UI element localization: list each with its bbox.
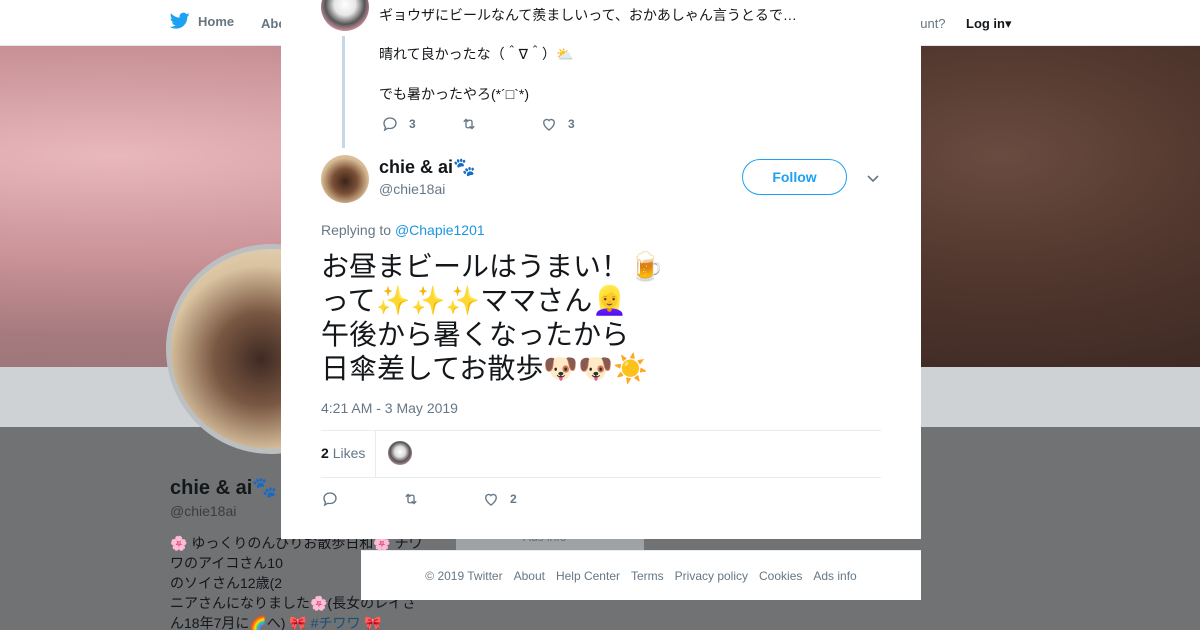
likes-label: Likes: [332, 445, 366, 461]
footer-link-help-center[interactable]: Help Center: [556, 569, 620, 583]
nav-home-link[interactable]: Home: [170, 12, 234, 30]
previous-tweet-text-line: 晴れて良かったな（＾∇＾）⛅: [379, 46, 574, 62]
replying-to-line: Replying to @Chapie1201: [321, 222, 485, 238]
previous-tweet-text-line: でも暑かったやろ(*´□`*): [379, 86, 530, 102]
reply-count: 3: [409, 117, 416, 131]
divider: [321, 430, 881, 431]
footer-links: © 2019 Twitter About Help Center Terms P…: [361, 550, 921, 600]
thread-connector-line: [342, 36, 345, 148]
previous-retweet-button[interactable]: [460, 115, 478, 133]
retweet-button[interactable]: [402, 490, 420, 508]
mention-link[interactable]: @Chapie1201: [395, 222, 485, 238]
tweet-timestamp[interactable]: 4:21 AM - 3 May 2019: [321, 400, 458, 416]
tweet-text-line: って✨✨✨ママさん👱‍♀️: [321, 285, 628, 316]
tweet-text-line: 午後から暑くなったから: [321, 319, 630, 350]
tweet-modal: ギョウザにビールなんて羨ましいって、おかあしゃん言うとるで… 晴れて良かったな（…: [281, 0, 921, 539]
footer-link-ads-info[interactable]: Ads info: [813, 569, 856, 583]
previous-tweet-text-line: ギョウザにビールなんて羨ましいって、おかあしゃん言うとるで…: [379, 7, 797, 23]
login-label: Log in: [966, 16, 1005, 31]
tweet-text-line: 日傘差してお散歩🐶🐶☀️: [321, 353, 648, 384]
tweet-text: お昼まビールはうまい！🍺 って✨✨✨ママさん👱‍♀️ 午後から暑くなったから 日…: [321, 250, 664, 386]
liker-avatar[interactable]: [388, 441, 412, 465]
bio-line: ん18年7月に🌈へ) 🎀 #チワワ 🎀: [170, 615, 382, 630]
nav-home-label: Home: [198, 13, 235, 29]
follow-button[interactable]: Follow: [742, 159, 847, 195]
like-count: 3: [568, 117, 575, 131]
retweet-icon: [405, 493, 417, 505]
footer-link-privacy-policy[interactable]: Privacy policy: [675, 569, 748, 583]
caret-down-icon: ▾: [1005, 16, 1012, 31]
like-count: 2: [510, 492, 517, 506]
previous-tweet-avatar[interactable]: [321, 0, 369, 31]
footer-link-cookies[interactable]: Cookies: [759, 569, 802, 583]
nav-login-link[interactable]: Log in▾: [966, 16, 1012, 32]
profile-handle: @chie18ai: [170, 503, 237, 519]
divider: [321, 477, 881, 478]
likes-stat[interactable]: 2 Likes: [321, 445, 365, 461]
reply-icon: [323, 492, 337, 507]
previous-like-button[interactable]: 3: [540, 115, 575, 133]
heart-icon: [485, 493, 497, 506]
heart-icon: [543, 118, 555, 131]
likes-number: 2: [321, 445, 329, 461]
divider: [375, 431, 376, 477]
chevron-down-icon[interactable]: [865, 170, 881, 186]
tweet-text-line: お昼まビールはうまい！🍺: [321, 251, 664, 282]
like-button[interactable]: 2: [482, 490, 517, 508]
tweet-author-handle[interactable]: @chie18ai: [379, 181, 445, 197]
profile-name: chie & ai🐾: [170, 477, 278, 499]
footer-copyright: © 2019 Twitter: [425, 568, 503, 583]
tweet-author-name[interactable]: chie & ai🐾: [379, 157, 475, 178]
previous-reply-button[interactable]: 3: [381, 115, 416, 133]
paw-emoji: 🐾: [453, 157, 476, 177]
reply-button[interactable]: [321, 490, 339, 508]
footer-link-about[interactable]: About: [514, 569, 545, 583]
reply-icon: [383, 117, 397, 132]
bio-hashtag-link[interactable]: #チワワ: [311, 615, 361, 630]
twitter-bird-icon: [170, 12, 190, 29]
tweet-author-avatar[interactable]: [321, 155, 369, 203]
close-icon[interactable]: ✕: [1152, 10, 1180, 38]
footer-link-terms[interactable]: Terms: [631, 569, 664, 583]
retweet-icon: [463, 118, 475, 130]
